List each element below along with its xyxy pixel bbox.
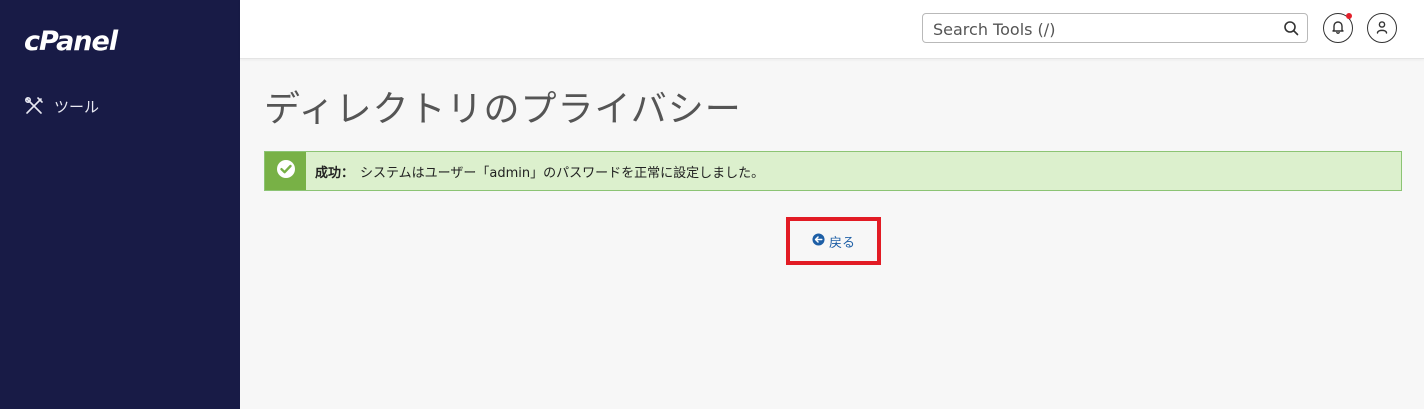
user-menu-button[interactable]	[1367, 13, 1397, 43]
alert-icon-box	[265, 152, 306, 190]
arrow-left-circle-icon	[812, 232, 825, 250]
success-alert: 成功： システムはユーザー「admin」のパスワードを正常に設定しました。	[264, 151, 1402, 191]
sidebar: cPanel ツール	[0, 0, 240, 409]
user-icon	[1375, 19, 1389, 38]
tools-icon	[24, 96, 44, 116]
bell-icon	[1331, 19, 1345, 38]
search-icon[interactable]	[1283, 20, 1299, 40]
check-circle-icon	[276, 159, 296, 183]
page-title: ディレクトリのプライバシー	[264, 89, 742, 130]
sidebar-item-tools[interactable]: ツール	[24, 94, 99, 118]
alert-message: 成功： システムはユーザー「admin」のパスワードを正常に設定しました。	[315, 162, 764, 181]
back-button-label: 戻る	[828, 235, 855, 251]
notifications-button[interactable]	[1323, 13, 1353, 43]
notification-dot	[1346, 13, 1352, 19]
sidebar-item-label: ツール	[54, 97, 100, 116]
top-header	[240, 0, 1424, 59]
cpanel-logo[interactable]: cPanel	[24, 26, 118, 57]
search-box[interactable]	[922, 13, 1308, 43]
search-input[interactable]	[931, 17, 1275, 41]
alert-body: システムはユーザー「admin」のパスワードを正常に設定しました。	[360, 166, 765, 181]
alert-label: 成功：	[315, 166, 355, 181]
back-button[interactable]: 戻る	[786, 217, 881, 265]
